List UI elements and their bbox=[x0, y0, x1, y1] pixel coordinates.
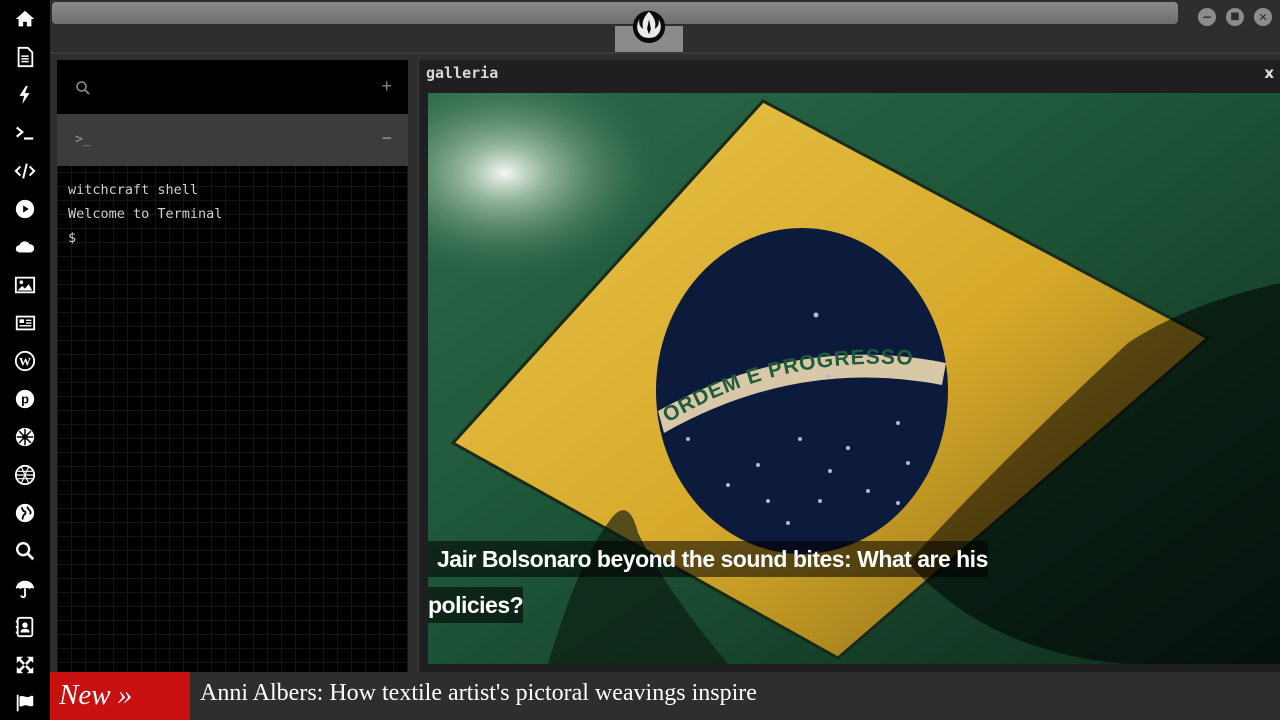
terminal-search-bar[interactable]: + bbox=[57, 60, 408, 114]
search-icon bbox=[76, 81, 90, 95]
app-sidebar: W p bbox=[0, 0, 50, 720]
sidebar-item-globe[interactable] bbox=[0, 494, 50, 532]
rebel-alliance-icon bbox=[632, 10, 666, 44]
sidebar-item-fullscreen[interactable] bbox=[0, 646, 50, 684]
sidebar-item-search[interactable] bbox=[0, 532, 50, 570]
maximize-button[interactable]: ■ bbox=[1226, 8, 1244, 26]
maximize-glyph: ■ bbox=[1230, 11, 1240, 22]
terminal-panel: + >_ − witchcraft shell Welcome to Termi… bbox=[57, 60, 408, 672]
terminal-line: witchcraft shell bbox=[68, 182, 199, 198]
image-icon bbox=[14, 276, 36, 294]
minimize-glyph: − bbox=[1201, 10, 1213, 24]
sidebar-item-umbrella[interactable] bbox=[0, 570, 50, 608]
sidebar-item-cloud[interactable] bbox=[0, 228, 50, 266]
document-icon bbox=[17, 46, 34, 68]
new-badge[interactable]: New » bbox=[50, 672, 190, 720]
flag-icon bbox=[16, 694, 34, 712]
caption-line-1: Jair Bolsonaro beyond the sound bites: W… bbox=[428, 541, 988, 577]
sidebar-item-network[interactable] bbox=[0, 456, 50, 494]
code-icon bbox=[14, 163, 36, 179]
caption-line-2: policies? bbox=[428, 587, 524, 623]
contact-book-icon bbox=[15, 616, 34, 638]
desktop: W p − ■ ✕ + >_ − witchcraft shell Welcom… bbox=[0, 0, 1280, 720]
home-icon bbox=[15, 10, 35, 27]
network-globe-icon bbox=[14, 464, 36, 486]
sidebar-item-pinterest[interactable]: p bbox=[0, 380, 50, 418]
sidebar-item-flash[interactable] bbox=[0, 76, 50, 114]
pinterest-icon: p bbox=[15, 389, 35, 409]
image-caption: Jair Bolsonaro beyond the sound bites: W… bbox=[428, 536, 1028, 628]
prompt-symbol: >_ bbox=[75, 132, 91, 147]
terminal-icon bbox=[16, 126, 34, 140]
panel-title: galleria bbox=[426, 64, 499, 82]
logo-tab[interactable] bbox=[615, 0, 683, 52]
terminal-prompt-bar[interactable]: >_ − bbox=[57, 114, 408, 166]
sidebar-item-news[interactable] bbox=[0, 304, 50, 342]
wordpress-icon: W bbox=[14, 350, 36, 372]
svg-text:p: p bbox=[21, 392, 29, 407]
sidebar-item-documents[interactable] bbox=[0, 38, 50, 76]
lightning-icon bbox=[19, 85, 30, 105]
search-icon bbox=[16, 542, 35, 561]
gallery-image[interactable]: ORDEM E PROGRESSO Jair Bolsonaro beyond … bbox=[428, 93, 1280, 664]
sidebar-item-wordpress[interactable]: W bbox=[0, 342, 50, 380]
terminal-prompt-line: $ bbox=[68, 230, 77, 246]
newspaper-icon bbox=[15, 315, 36, 331]
sidebar-item-code[interactable] bbox=[0, 152, 50, 190]
cloud-icon bbox=[15, 241, 35, 253]
umbrella-icon bbox=[15, 580, 35, 599]
galleria-panel: galleria x ORDEM E PROGRESSO Jair Bolson… bbox=[418, 60, 1280, 672]
sidebar-item-terminal[interactable] bbox=[0, 114, 50, 152]
ticker-headline[interactable]: Anni Albers: How textile artist's pictor… bbox=[200, 680, 757, 707]
close-panel-button[interactable]: x bbox=[1264, 64, 1274, 82]
close-glyph: ✕ bbox=[1258, 10, 1268, 24]
svg-text:W: W bbox=[19, 355, 31, 369]
sidebar-item-contacts[interactable] bbox=[0, 608, 50, 646]
sidebar-item-flag[interactable] bbox=[0, 684, 50, 720]
terminal-output[interactable]: witchcraft shell Welcome to Terminal $ bbox=[68, 178, 398, 250]
sidebar-item-images[interactable] bbox=[0, 266, 50, 304]
top-bar: − ■ ✕ bbox=[50, 0, 1280, 54]
sidebar-item-empire[interactable] bbox=[0, 418, 50, 456]
minimize-button[interactable]: − bbox=[1198, 8, 1216, 26]
sidebar-item-media[interactable] bbox=[0, 190, 50, 228]
expand-arrows-icon bbox=[16, 656, 34, 674]
terminal-line: Welcome to Terminal bbox=[68, 206, 223, 222]
globe-icon bbox=[15, 503, 35, 523]
news-ticker: New » Anni Albers: How textile artist's … bbox=[50, 672, 1280, 720]
play-icon bbox=[15, 199, 35, 219]
close-button[interactable]: ✕ bbox=[1254, 8, 1272, 26]
add-button[interactable]: + bbox=[381, 76, 392, 97]
galactic-empire-icon bbox=[15, 427, 35, 447]
collapse-button[interactable]: − bbox=[381, 128, 392, 149]
sidebar-item-home[interactable] bbox=[0, 0, 50, 38]
